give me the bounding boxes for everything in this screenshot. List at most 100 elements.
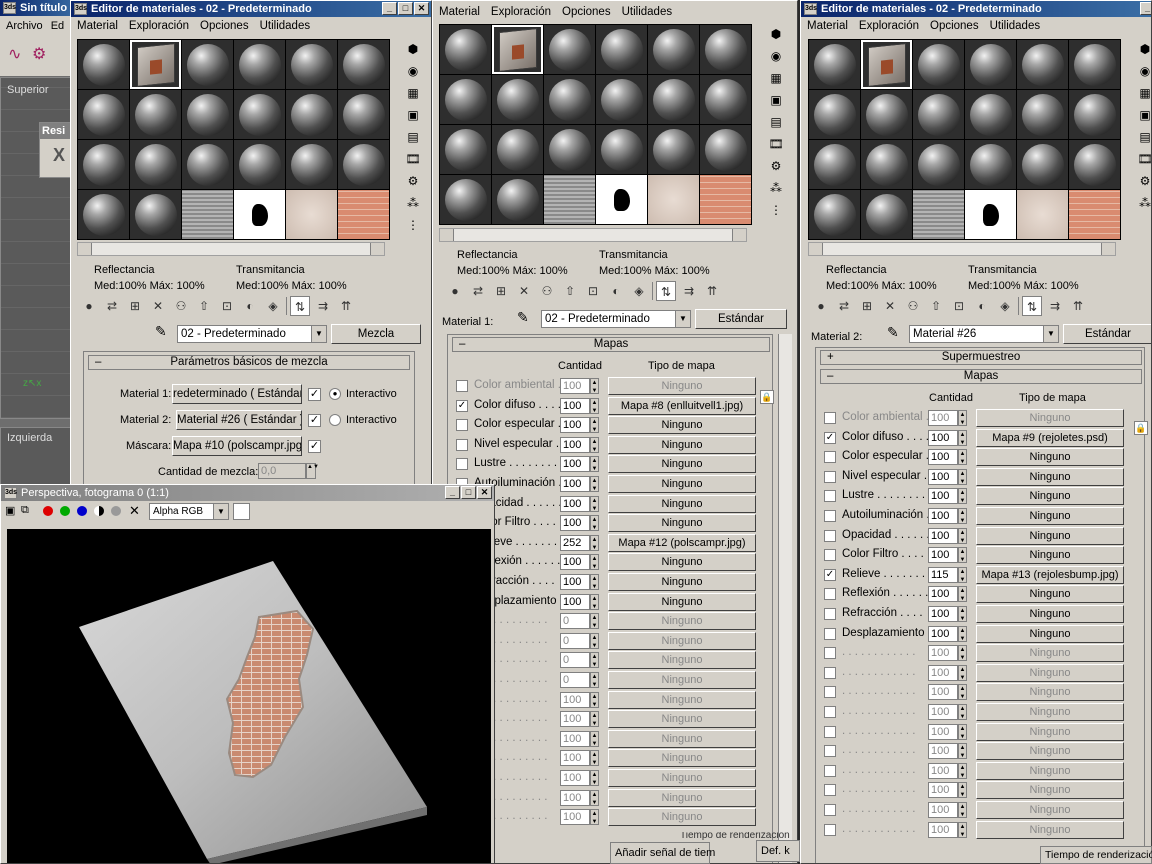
map-slot-button[interactable]: Ninguno [608, 494, 756, 513]
map-amount-spinner[interactable]: ▲ ▼ [590, 789, 599, 806]
map-amount-input[interactable]: 100 [928, 802, 958, 818]
menu-opciones[interactable]: Opciones [930, 17, 979, 35]
sample-type-icon[interactable]: ⬢ [1137, 41, 1151, 57]
menu-edit[interactable]: Ed [51, 16, 64, 36]
map-enable-checkbox[interactable] [824, 706, 836, 718]
map-slot-button[interactable]: Ninguno [976, 644, 1124, 663]
save-icon[interactable]: ▣ [5, 504, 15, 517]
go-sibling-icon[interactable]: ⇈ [702, 281, 722, 301]
sample-slot[interactable] [440, 175, 491, 224]
sample-slot[interactable] [648, 75, 699, 124]
map-slot-button[interactable]: Ninguno [608, 377, 756, 395]
map-slot-button[interactable]: Ninguno [976, 526, 1124, 545]
go-to-parent-icon[interactable]: ⇅ [656, 281, 676, 301]
clear-icon[interactable]: ✕ [129, 503, 140, 519]
material-navigator-icon[interactable]: ⋮ [405, 217, 421, 233]
map-slot-button[interactable]: Ninguno [976, 683, 1124, 702]
sample-slot[interactable] [78, 140, 129, 189]
sample-slot[interactable] [809, 140, 860, 189]
map-slot-button[interactable]: Ninguno [976, 605, 1124, 623]
map-slot-button[interactable]: Ninguno [608, 690, 756, 709]
eyedropper-icon[interactable]: ✎ [517, 309, 529, 326]
select-by-material-icon[interactable]: ⁂ [1137, 195, 1151, 211]
map-slot-button[interactable]: Ninguno [608, 514, 756, 533]
map-slot-button[interactable]: Ninguno [608, 671, 756, 689]
map-amount-spinner[interactable]: ▲ ▼ [590, 672, 599, 688]
map-amount-input[interactable]: 100 [928, 664, 958, 681]
map-amount-input[interactable]: 100 [928, 606, 958, 622]
sample-slot-mask[interactable] [234, 190, 285, 239]
map-slot-button[interactable]: Ninguno [608, 710, 756, 729]
map-slot-button[interactable]: Ninguno [976, 546, 1124, 565]
sample-slot-texture[interactable] [700, 175, 751, 224]
map-amount-input[interactable]: 100 [560, 809, 590, 826]
map-enable-checkbox[interactable]: ✓ [824, 568, 836, 581]
map-slot-button[interactable]: Ninguno [608, 435, 756, 454]
red-channel-icon[interactable] [43, 506, 53, 516]
sample-slot[interactable] [1069, 90, 1120, 139]
map-slot-button[interactable]: Ninguno [608, 553, 756, 572]
map-amount-spinner[interactable]: ▲ ▼ [590, 652, 599, 669]
map-enable-checkbox[interactable] [824, 529, 836, 542]
go-sibling-icon[interactable]: ⇈ [1068, 296, 1088, 316]
map-slot-button[interactable]: Ninguno [608, 573, 756, 591]
map-slot-button[interactable]: Mapa #13 (rejolesbump.jpg) [976, 565, 1124, 584]
map-enable-checkbox[interactable] [824, 549, 836, 562]
map-amount-spinner[interactable]: ▲ ▼ [958, 468, 967, 485]
map-enable-checkbox[interactable] [824, 608, 836, 620]
sample-slot[interactable] [492, 75, 543, 124]
sample-slot-texture[interactable] [338, 190, 389, 239]
sample-slot[interactable] [338, 140, 389, 189]
map-amount-input[interactable]: 100 [928, 821, 958, 838]
sample-slot-mask[interactable] [596, 175, 647, 224]
uv-tiling-icon[interactable]: ▣ [1137, 107, 1151, 123]
map-enable-checkbox[interactable] [824, 510, 836, 522]
go-forward-sibling-icon[interactable]: ⇉ [679, 281, 699, 301]
backlight-icon[interactable]: ◉ [405, 63, 421, 79]
map-slot-button[interactable]: Ninguno [608, 455, 756, 474]
sample-slot[interactable] [286, 140, 337, 189]
map-amount-input[interactable]: 100 [560, 711, 590, 728]
sample-slot-mask[interactable] [965, 190, 1016, 239]
sample-slot[interactable] [965, 140, 1016, 189]
map-amount-spinner[interactable]: ▲ ▼ [590, 574, 599, 590]
vertical-scrollbar[interactable] [778, 334, 792, 863]
assign-to-selection-icon[interactable]: ⊞ [857, 296, 877, 316]
map-slot-button[interactable]: Ninguno [976, 585, 1124, 604]
menu-exploracion[interactable]: Exploración [129, 17, 189, 35]
map-amount-input[interactable]: 100 [928, 488, 958, 505]
sample-slot-texture[interactable] [1069, 190, 1120, 239]
menu-utilidades[interactable]: Utilidades [260, 17, 311, 35]
sample-slot[interactable] [130, 90, 181, 139]
map-amount-spinner[interactable]: ▲ ▼ [958, 723, 967, 740]
map-enable-checkbox[interactable] [456, 438, 468, 451]
map-amount-input[interactable]: 252 [560, 534, 590, 551]
map-enable-checkbox[interactable] [824, 784, 836, 797]
sample-slot[interactable] [913, 90, 964, 139]
sample-slot-selected[interactable] [861, 40, 912, 89]
map-slot-button[interactable]: Mapa #9 (rejoletes.psd) [976, 428, 1124, 447]
menu-opciones[interactable]: Opciones [562, 3, 611, 21]
make-unique-icon[interactable]: ⚇ [171, 296, 191, 316]
sample-slot-selected[interactable] [492, 25, 543, 74]
map-amount-spinner[interactable]: ▲ ▼ [958, 429, 967, 446]
map-amount-spinner[interactable]: ▲ ▼ [958, 527, 967, 544]
rollout-header[interactable]: – Mapas [820, 369, 1142, 384]
uv-tiling-icon[interactable]: ▣ [768, 92, 784, 108]
eyedropper-icon[interactable]: ✎ [155, 323, 167, 340]
eyedropper-icon[interactable]: ✎ [887, 324, 899, 341]
sample-slot[interactable] [1017, 40, 1068, 89]
sample-slot[interactable] [700, 25, 751, 74]
sample-slot[interactable] [182, 90, 233, 139]
map-amount-input[interactable]: 100 [560, 515, 590, 532]
channel-dropdown[interactable]: Alpha RGB ▼ [149, 503, 229, 520]
menu-material[interactable]: Material [77, 17, 118, 35]
map-slot-button[interactable]: Mapa #12 (polscampr.jpg) [608, 533, 756, 552]
go-to-parent-icon[interactable]: ⇅ [290, 296, 310, 316]
map-enable-checkbox[interactable] [824, 804, 836, 816]
sample-slot[interactable] [861, 90, 912, 139]
sample-slot[interactable] [286, 40, 337, 89]
delete-icon[interactable]: ✕ [148, 296, 168, 316]
menu-material[interactable]: Material [807, 17, 848, 35]
sample-slot[interactable] [1069, 140, 1120, 189]
